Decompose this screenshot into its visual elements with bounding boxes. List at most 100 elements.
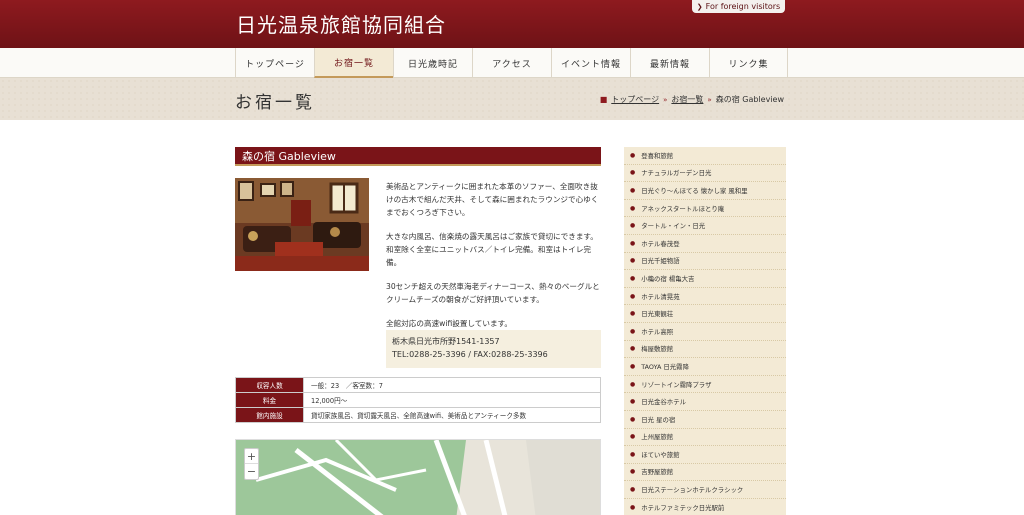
sidebar-hotel-link[interactable]: ● ほていや旅館: [624, 446, 786, 464]
description-paragraph: 全館対応の高速wifi設置しています。: [386, 319, 513, 328]
bullet-icon: ●: [630, 151, 636, 159]
sidebar-hotel-link[interactable]: ● 小穐の宿 楊亀大吉: [624, 270, 786, 288]
sidebar-item-label: 日光ぐり～んほてる 懐かし家 風和里: [641, 186, 748, 195]
site-title[interactable]: 日光温泉旅館協同組合: [236, 9, 446, 38]
sidebar-item-label: ホテルファミテック日光駅前: [641, 503, 725, 512]
bullet-icon: ●: [630, 169, 636, 177]
breadcrumb-parent-link[interactable]: お宿一覧: [671, 94, 703, 105]
page-title: お宿一覧: [235, 93, 315, 113]
site-header: 日光温泉旅館協同組合 ❯ For foreign visitors: [0, 0, 1024, 48]
zoom-out-button[interactable]: −: [245, 464, 258, 479]
foreign-visitors-button[interactable]: ❯ For foreign visitors: [692, 0, 785, 13]
bullet-icon: ●: [630, 503, 636, 511]
hotel-name-heading: 森の宿 Gableview: [235, 147, 601, 166]
info-label: 館内施設: [235, 407, 304, 423]
sidebar-hotel-link[interactable]: ● 登喜和旅館: [624, 147, 786, 165]
sidebar-item-label: TAOYA 日光霧降: [641, 362, 689, 371]
sidebar-item-label: アネックスタートルほとり庵: [641, 204, 725, 213]
nav-links[interactable]: リンク集: [709, 48, 788, 78]
sidebar-item-label: リゾートイン霧降プラザ: [641, 380, 712, 389]
hotel-description: 美術品とアンティークに囲まれた本革のソファー、全面吹き抜けの古木で組んだ天井、そ…: [386, 180, 601, 341]
nav-events[interactable]: イベント情報: [551, 48, 630, 78]
table-row: 料金 12,000円〜: [235, 392, 601, 408]
sidebar-item-label: 日光千姫物語: [641, 257, 680, 266]
sidebar-item-label: 上州屋旅館: [641, 433, 674, 442]
bullet-icon: ●: [630, 345, 636, 353]
sidebar-hotel-link[interactable]: ● 日光東観荘: [624, 305, 786, 323]
sidebar-hotel-link[interactable]: ● アネックスタートルほとり庵: [624, 200, 786, 218]
bullet-icon: ●: [630, 415, 636, 423]
bullet-icon: ●: [630, 292, 636, 300]
table-row: 館内施設 貸切家族風呂、貸切露天風呂、全館高速wifi、美術品とアンティーク多数: [235, 407, 601, 423]
sidebar-item-label: 日光金谷ホテル: [641, 398, 686, 407]
sidebar-hotel-link[interactable]: ● タートル・イン・日光: [624, 217, 786, 235]
info-value: 一般：23 ／客室数：7: [303, 377, 601, 393]
sidebar-hotel-link[interactable]: ● 上州屋旅館: [624, 429, 786, 447]
sidebar-item-label: ホテル春茂登: [641, 239, 680, 248]
nav-label: アクセス: [492, 59, 532, 70]
sidebar-item-label: 吉野屋旅館: [641, 468, 674, 477]
bullet-icon: ●: [630, 222, 636, 230]
sidebar-hotel-link[interactable]: ● ホテル高照: [624, 323, 786, 341]
sidebar-hotel-link[interactable]: ● 日光ステーションホテルクラシック: [624, 481, 786, 499]
global-nav-bar: トップページ お宿一覧 日光歳時記 アクセス イベント情報 最新情報 リンク集: [0, 48, 1024, 78]
nav-access[interactable]: アクセス: [472, 48, 551, 78]
nav-label: 日光歳時記: [407, 59, 458, 70]
bullet-icon: ●: [630, 186, 636, 194]
nav-label: リンク集: [728, 59, 769, 70]
bullet-icon: ●: [630, 310, 636, 318]
nav-top[interactable]: トップページ: [235, 48, 314, 78]
info-value: 12,000円〜: [303, 392, 601, 408]
sidebar-item-label: 小穐の宿 楊亀大吉: [641, 274, 695, 283]
foreign-visitors-label: For foreign visitors: [705, 2, 781, 11]
bullet-icon: ●: [630, 468, 636, 476]
sidebar-hotel-link[interactable]: ● 梅屋敷旅館: [624, 341, 786, 359]
hotel-list-sidebar: ● 登喜和旅館 ● ナチュラルガーデン日光 ● 日光ぐり～んほてる 懐かし家 風和里 …: [624, 147, 786, 515]
bullet-icon: ●: [630, 257, 636, 265]
hotel-contact: TEL:0288-25-3396 / FAX:0288-25-3396: [392, 350, 548, 359]
breadcrumb: ■ トップページ » お宿一覧 » 森の宿 Gableview: [600, 94, 784, 105]
nav-almanac[interactable]: 日光歳時記: [393, 48, 472, 78]
global-nav: トップページ お宿一覧 日光歳時記 アクセス イベント情報 最新情報 リンク集: [235, 48, 788, 78]
sidebar-item-label: ホテル清晃苑: [641, 292, 680, 301]
nav-news[interactable]: 最新情報: [630, 48, 709, 78]
breadcrumb-separator-icon: »: [707, 95, 712, 104]
sidebar-hotel-link[interactable]: ● ホテル清晃苑: [624, 288, 786, 306]
sidebar-hotel-link[interactable]: ● 日光ぐり～んほてる 懐かし家 風和里: [624, 182, 786, 200]
sidebar-hotel-link[interactable]: ● TAOYA 日光霧降: [624, 358, 786, 376]
nav-label: お宿一覧: [333, 58, 374, 69]
sidebar-item-label: 梅屋敷旅館: [641, 345, 674, 354]
home-icon: ■: [599, 95, 608, 104]
bullet-icon: ●: [630, 486, 636, 494]
info-label: 料金: [235, 392, 304, 408]
sidebar-hotel-link[interactable]: ● ホテルファミテック日光駅前: [624, 499, 786, 515]
location-map[interactable]: + −: [235, 439, 601, 515]
sidebar-item-label: 日光東観荘: [641, 310, 674, 319]
sidebar-item-label: 登喜和旅館: [641, 151, 674, 160]
sidebar-hotel-link[interactable]: ● ナチュラルガーデン日光: [624, 165, 786, 183]
hotel-address: 栃木県日光市所野1541-1357: [392, 337, 500, 346]
nav-label: トップページ: [245, 59, 305, 70]
sidebar-hotel-link[interactable]: ● リゾートイン霧降プラザ: [624, 376, 786, 394]
sidebar-hotel-link[interactable]: ● 日光千姫物語: [624, 253, 786, 271]
zoom-in-button[interactable]: +: [245, 449, 258, 464]
table-row: 収容人数 一般：23 ／客室数：7: [235, 377, 601, 393]
bullet-icon: ●: [630, 274, 636, 282]
bullet-icon: ●: [630, 362, 636, 370]
description-paragraph: 美術品とアンティークに囲まれた本革のソファー、全面吹き抜けの古木で組んだ天井、そ…: [386, 182, 599, 217]
nav-label: 最新情報: [649, 59, 690, 70]
sidebar-hotel-link[interactable]: ● ホテル春茂登: [624, 235, 786, 253]
breadcrumb-home-link[interactable]: トップページ: [611, 94, 659, 105]
sidebar-hotel-link[interactable]: ● 吉野屋旅館: [624, 464, 786, 482]
nav-hotel-list[interactable]: お宿一覧: [314, 48, 393, 78]
map-zoom-control: + −: [244, 448, 259, 480]
chevron-right-icon: ❯: [696, 2, 703, 11]
sidebar-hotel-link[interactable]: ● 日光金谷ホテル: [624, 393, 786, 411]
hotel-detail: 森の宿 Gableview 美術品とアンティークに囲まれた本革のソファー、全面吹…: [235, 147, 601, 515]
bullet-icon: ●: [630, 398, 636, 406]
info-value: 貸切家族風呂、貸切露天風呂、全館高速wifi、美術品とアンティーク多数: [303, 407, 601, 423]
description-paragraph: 30センチ超えの天然車海老ディナーコース、熱々のベーグルとクリームチーズの朝食が…: [386, 282, 600, 304]
description-paragraph: 大きな内風呂、信楽焼の露天風呂はご家族で貸切にできます。和室除く全室にユニットバ…: [386, 232, 598, 267]
page-title-band: お宿一覧 ■ トップページ » お宿一覧 » 森の宿 Gableview: [0, 78, 1024, 120]
sidebar-hotel-link[interactable]: ● 日光 星の宿: [624, 411, 786, 429]
